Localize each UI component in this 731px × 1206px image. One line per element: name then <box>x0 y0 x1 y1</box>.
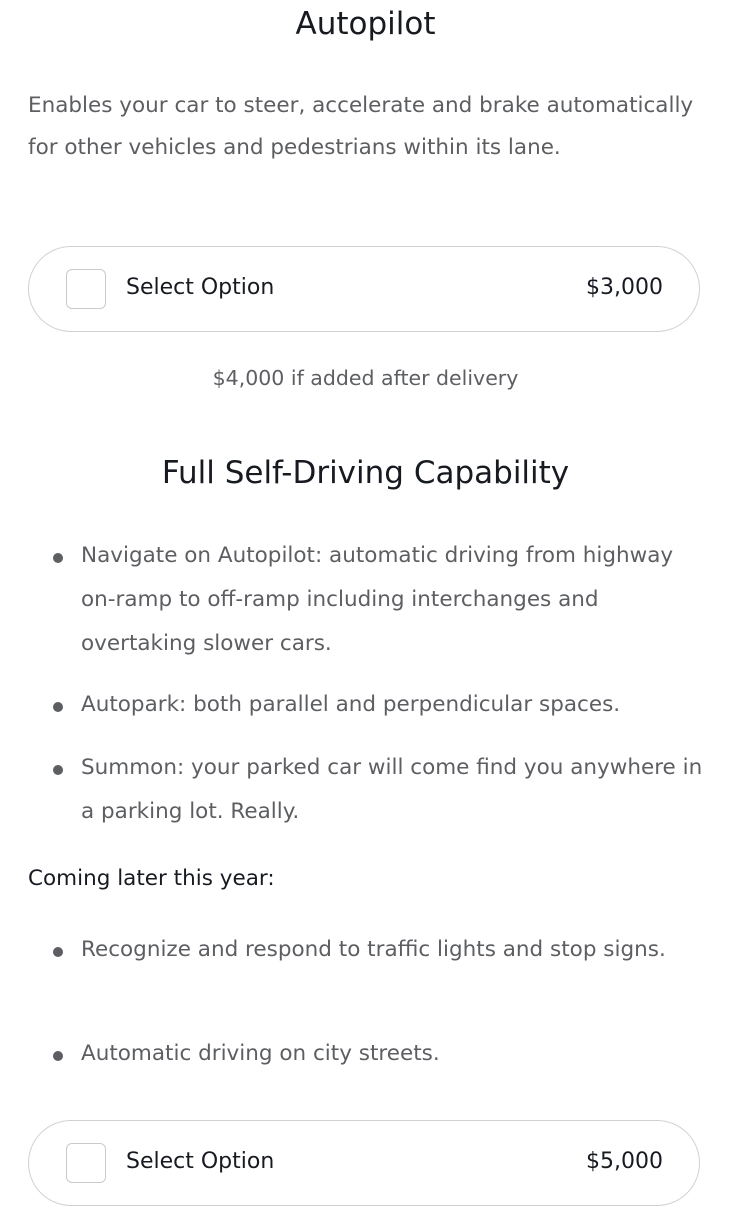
fsd-feature-text: Summon: your parked car will come find y… <box>81 755 703 824</box>
fsd-title: Full Self-Driving Capability <box>161 455 570 491</box>
autopilot-select-option[interactable]: Select Option $3,000 <box>28 246 700 332</box>
fsd-option-price: $5,000 <box>586 1149 663 1174</box>
autopilot-option-price: $3,000 <box>586 275 663 300</box>
autopilot-option-label: Select Option <box>126 275 275 300</box>
after-delivery-note: $4,000 if added after delivery <box>212 366 519 390</box>
bullet-icon <box>53 765 63 775</box>
autopilot-description: Enables your car to steer, accelerate an… <box>28 93 694 160</box>
bullet-icon <box>53 1051 63 1061</box>
fsd-option-label: Select Option <box>126 1149 275 1174</box>
autopilot-title: Autopilot <box>295 6 436 42</box>
bullet-icon <box>53 553 63 563</box>
bullet-icon <box>53 702 63 712</box>
coming-later-text: Automatic driving on city streets. <box>81 1041 440 1066</box>
fsd-feature-text: Autopark: both parallel and perpendicula… <box>81 692 621 717</box>
fsd-select-option[interactable]: Select Option $5,000 <box>28 1120 700 1206</box>
coming-later-text: Recognize and respond to traffic lights … <box>81 937 666 962</box>
coming-later-heading: Coming later this year: <box>28 866 275 891</box>
autopilot-checkbox[interactable] <box>66 269 106 309</box>
fsd-feature-text: Navigate on Autopilot: automatic driving… <box>81 543 674 656</box>
fsd-checkbox[interactable] <box>66 1143 106 1183</box>
bullet-icon <box>53 947 63 957</box>
